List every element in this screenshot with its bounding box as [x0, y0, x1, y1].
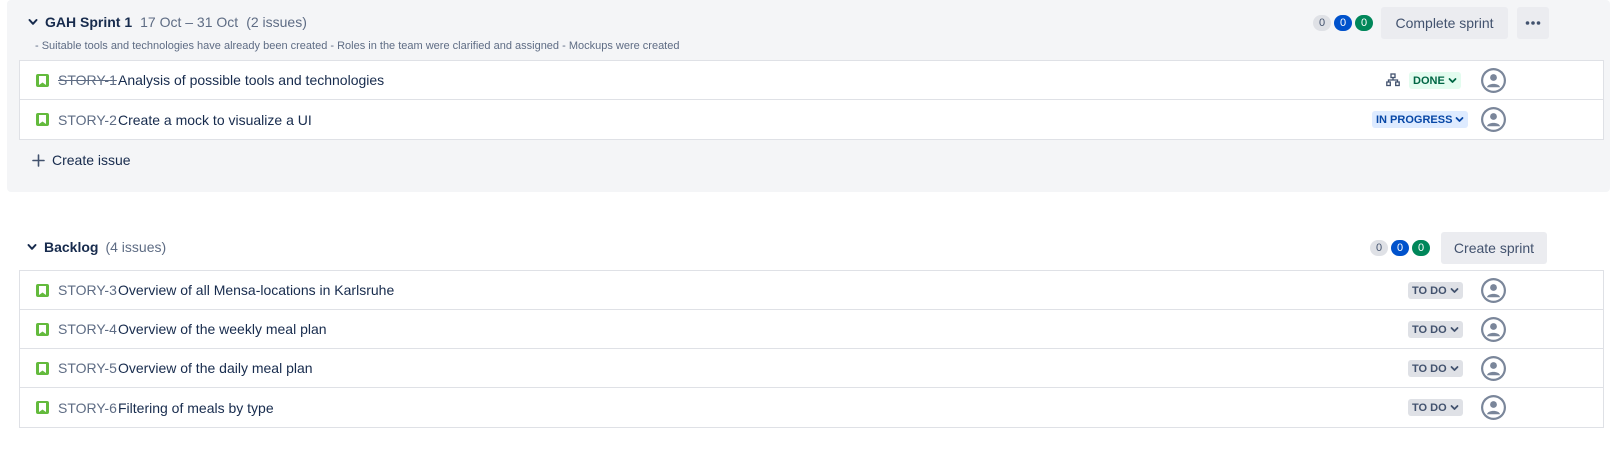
issue-key[interactable]: STORY-1 [58, 72, 117, 88]
in-progress-count-badge: 0 [1334, 15, 1352, 31]
sprint-goal: - Suitable tools and technologies have a… [35, 40, 680, 52]
issue-summary[interactable]: Overview of the daily meal plan [118, 360, 313, 376]
sprint-status-counters: 0 0 0 [1313, 15, 1373, 31]
sprint-more-actions-button[interactable] [1517, 7, 1549, 39]
status-dropdown[interactable]: TO DO [1408, 399, 1463, 416]
story-bookmark-icon [36, 74, 49, 87]
issue-summary[interactable]: Overview of the weekly meal plan [118, 321, 327, 337]
backlog-issue-list: STORY-3 Overview of all Mensa-locations … [19, 270, 1604, 428]
sprint-dates: 17 Oct – 31 Oct [140, 14, 239, 30]
todo-count-badge: 0 [1370, 240, 1388, 256]
backlog-header: Backlog (4 issues) [24, 232, 166, 262]
status-label: TO DO [1412, 323, 1447, 336]
issue-row[interactable]: STORY-4 Overview of the weekly meal plan… [20, 310, 1603, 349]
story-bookmark-icon [36, 323, 49, 336]
issue-summary[interactable]: Overview of all Mensa-locations in Karls… [118, 282, 394, 298]
status-dropdown[interactable]: TO DO [1408, 282, 1463, 299]
sprint-header: GAH Sprint 1 17 Oct – 31 Oct (2 issues) [25, 7, 307, 37]
issue-key[interactable]: STORY-2 [58, 112, 117, 128]
story-bookmark-icon [36, 401, 49, 414]
backlog-issue-count: (4 issues) [105, 239, 167, 255]
chevron-down-icon [1450, 288, 1459, 293]
status-label: TO DO [1412, 284, 1447, 297]
status-label: TO DO [1412, 362, 1447, 375]
chevron-down-icon [1450, 327, 1459, 332]
unassigned-avatar-icon[interactable] [1481, 317, 1506, 342]
backlog-title: Backlog [44, 239, 99, 255]
issue-summary[interactable]: Create a mock to visualize a UI [118, 112, 312, 128]
done-count-badge: 0 [1412, 240, 1430, 256]
issue-key[interactable]: STORY-6 [58, 400, 117, 416]
chevron-down-icon[interactable] [24, 239, 40, 255]
create-sprint-button[interactable]: Create sprint [1441, 232, 1547, 264]
story-bookmark-icon [36, 284, 49, 297]
status-label: TO DO [1412, 401, 1447, 414]
issue-row[interactable]: STORY-5 Overview of the daily meal plan … [20, 349, 1603, 388]
status-dropdown[interactable]: DONE [1409, 72, 1461, 89]
chevron-down-icon[interactable] [25, 14, 41, 30]
create-issue-label: Create issue [52, 152, 131, 168]
chevron-down-icon [1450, 405, 1459, 410]
child-issues-icon[interactable] [1386, 73, 1400, 87]
unassigned-avatar-icon[interactable] [1481, 68, 1506, 93]
chevron-down-icon [1450, 366, 1459, 371]
in-progress-count-badge: 0 [1391, 240, 1409, 256]
status-label: DONE [1413, 74, 1445, 87]
story-bookmark-icon [36, 362, 49, 375]
issue-row[interactable]: STORY-3 Overview of all Mensa-locations … [20, 271, 1603, 310]
status-dropdown[interactable]: TO DO [1408, 321, 1463, 338]
status-dropdown[interactable]: TO DO [1408, 360, 1463, 377]
sprint-issue-list: STORY-1 Analysis of possible tools and t… [19, 60, 1604, 140]
issue-key[interactable]: STORY-3 [58, 282, 117, 298]
status-label: IN PROGRESS [1376, 113, 1453, 126]
done-count-badge: 0 [1355, 15, 1373, 31]
issue-key[interactable]: STORY-4 [58, 321, 117, 337]
issue-key[interactable]: STORY-5 [58, 360, 117, 376]
sprint-name[interactable]: GAH Sprint 1 [45, 14, 132, 30]
todo-count-badge: 0 [1313, 15, 1331, 31]
plus-icon [32, 153, 45, 167]
unassigned-avatar-icon[interactable] [1481, 278, 1506, 303]
unassigned-avatar-icon[interactable] [1481, 395, 1506, 420]
unassigned-avatar-icon[interactable] [1481, 356, 1506, 381]
unassigned-avatar-icon[interactable] [1481, 107, 1506, 132]
chevron-down-icon [1448, 78, 1457, 83]
story-bookmark-icon [36, 113, 49, 126]
issue-summary[interactable]: Analysis of possible tools and technolog… [118, 72, 384, 88]
create-issue-button[interactable]: Create issue [32, 148, 131, 172]
more-horizontal-icon [1525, 21, 1541, 25]
sprint-issue-count: (2 issues) [246, 14, 307, 30]
chevron-down-icon [1456, 117, 1464, 122]
issue-summary[interactable]: Filtering of meals by type [118, 400, 274, 416]
issue-row[interactable]: STORY-2 Create a mock to visualize a UI … [20, 100, 1603, 139]
issue-row[interactable]: STORY-1 Analysis of possible tools and t… [20, 61, 1603, 100]
issue-row[interactable]: STORY-6 Filtering of meals by type TO DO [20, 388, 1603, 427]
status-dropdown[interactable]: IN PROGRESS [1372, 111, 1469, 128]
complete-sprint-button[interactable]: Complete sprint [1381, 7, 1508, 39]
backlog-status-counters: 0 0 0 [1370, 240, 1430, 256]
